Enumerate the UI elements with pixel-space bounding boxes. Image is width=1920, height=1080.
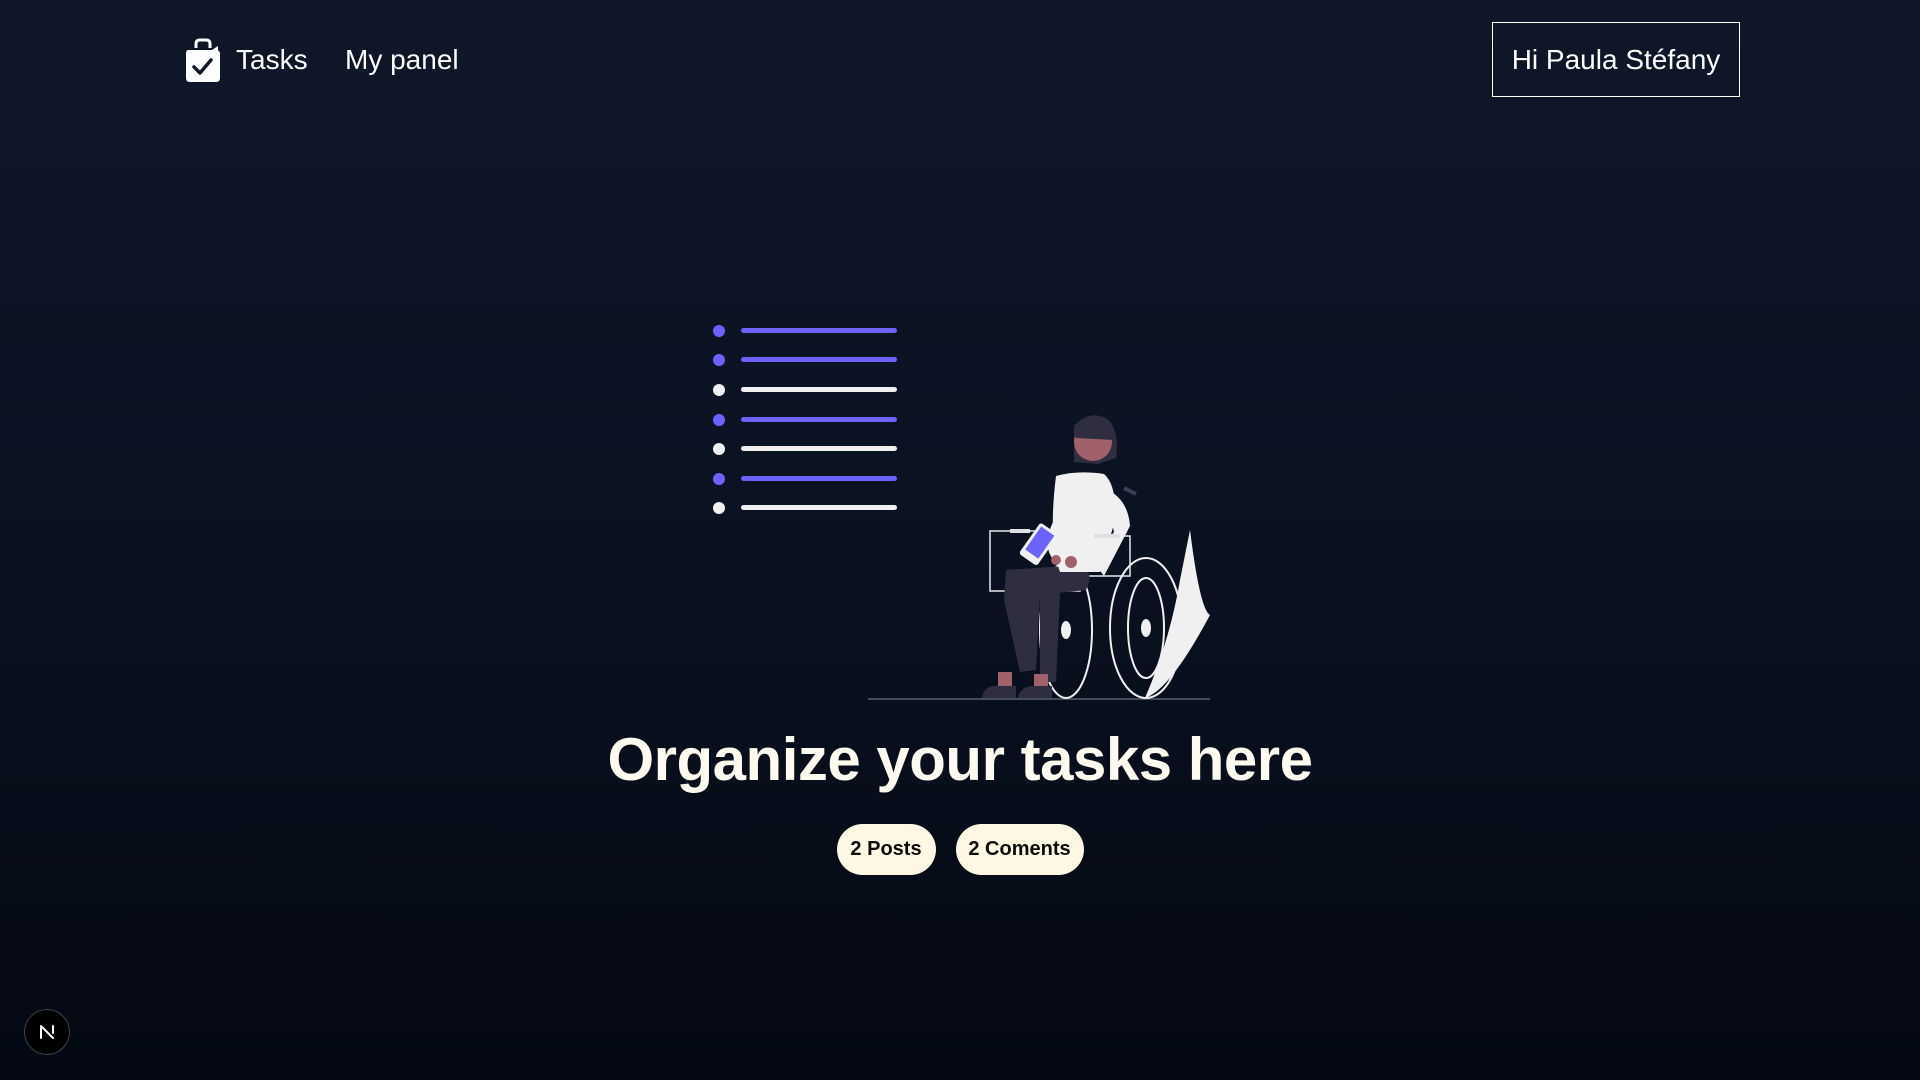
- comments-count-badge: 2 Coments: [955, 824, 1084, 875]
- nav-my-panel-link[interactable]: My panel: [345, 38, 459, 82]
- user-greeting-button[interactable]: Hi Paula Stéfany: [1492, 22, 1740, 97]
- brand-link[interactable]: Tasks: [184, 38, 308, 82]
- task-list-wheelchair-illustration: [713, 325, 1210, 700]
- clipboard-check-icon: [186, 38, 220, 82]
- brand-label: Tasks: [236, 44, 308, 75]
- nextjs-dev-indicator-button[interactable]: [24, 1009, 70, 1055]
- site-header: Tasks My panel Hi Paula Stéfany: [0, 0, 1920, 120]
- stats-badges: 2 Posts 2 Coments: [0, 824, 1920, 875]
- posts-count-badge: 2 Posts: [836, 824, 936, 875]
- task-list-graphic: [713, 325, 897, 514]
- nextjs-logo-icon: [40, 1025, 54, 1039]
- hero-title: Organize your tasks here: [607, 726, 1313, 793]
